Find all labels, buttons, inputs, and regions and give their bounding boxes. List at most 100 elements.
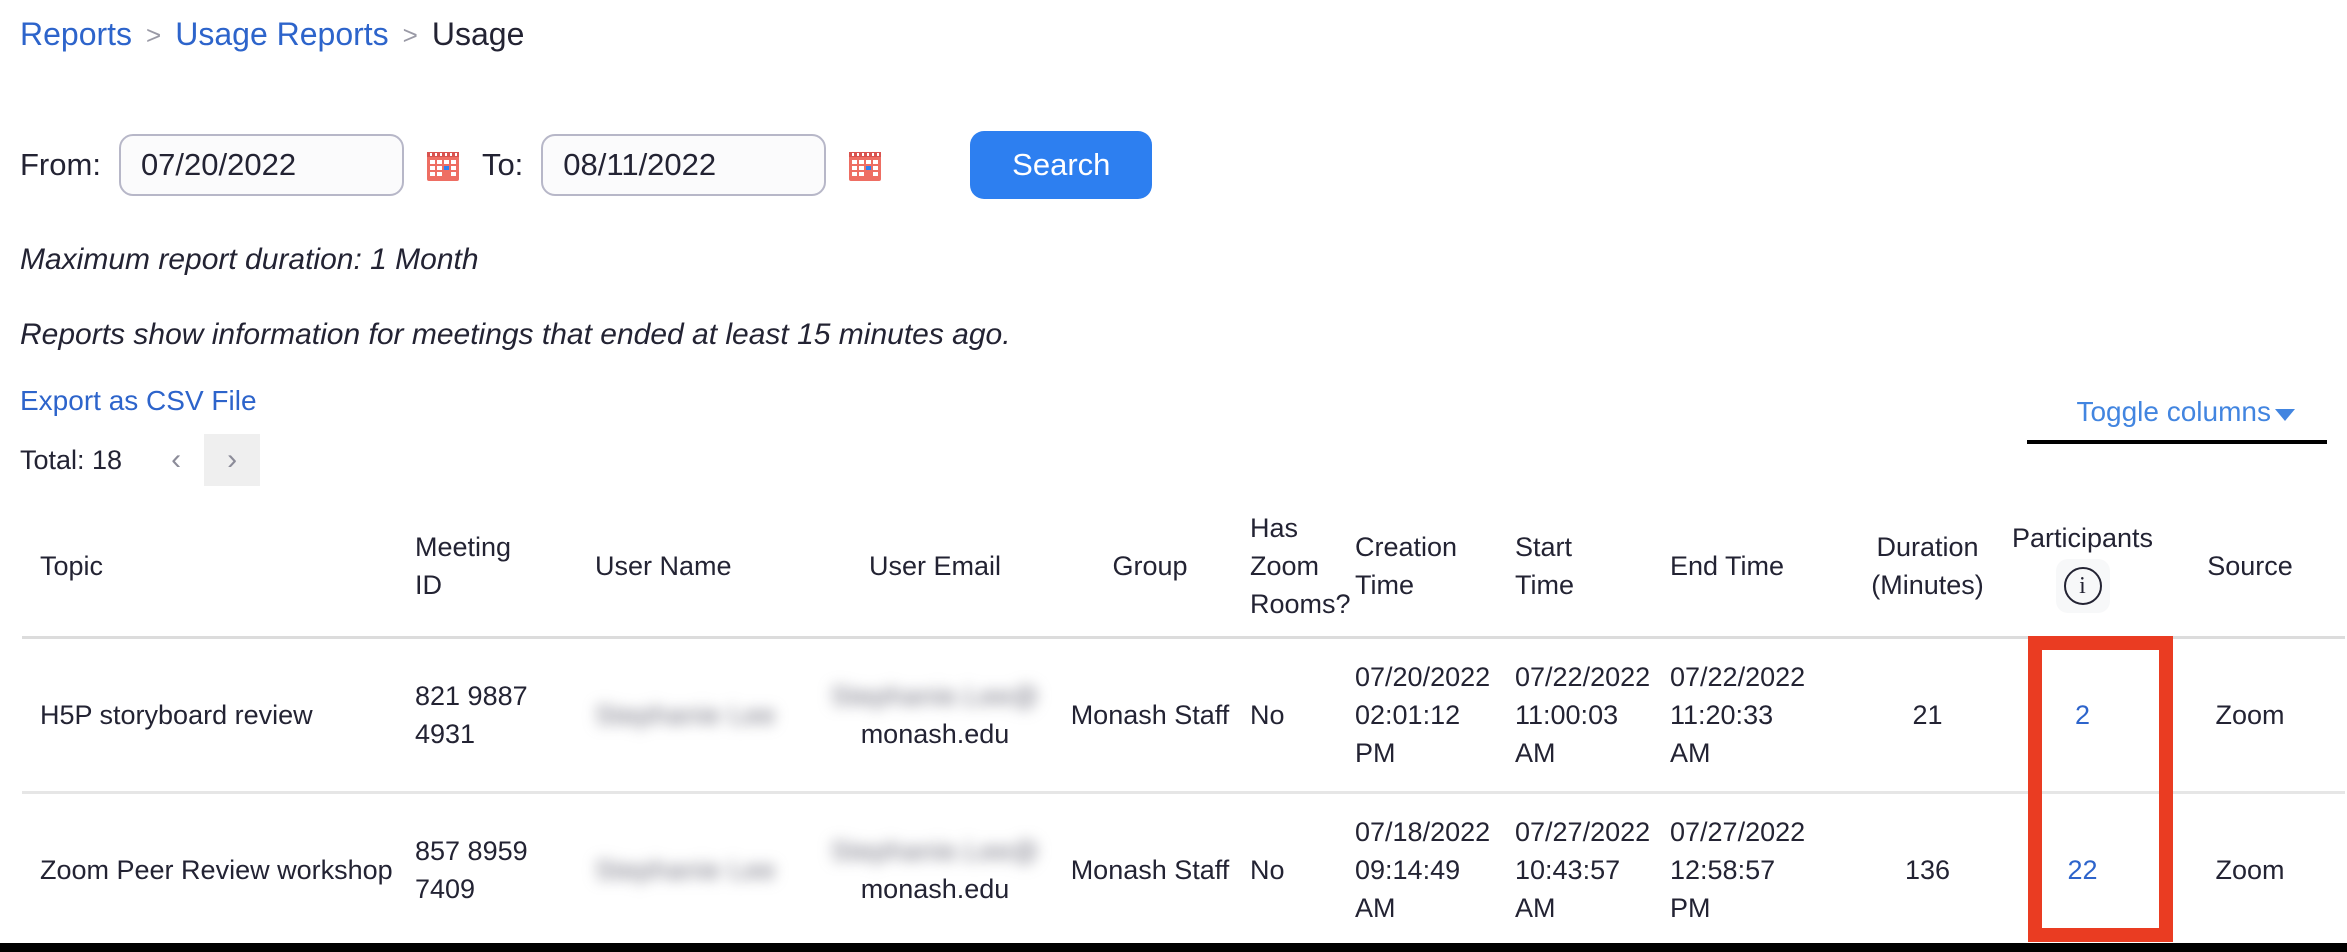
- table-body: H5P storyboard review 821 9887 4931 Step…: [22, 638, 2345, 948]
- report-delay-note: Reports show information for meetings th…: [20, 318, 1011, 352]
- to-label: To:: [482, 147, 523, 183]
- cell-creation-time: 07/18/2022 09:14:49 AM: [1355, 793, 1515, 948]
- breadcrumb-item-usage-reports[interactable]: Usage Reports: [175, 14, 388, 54]
- column-header-meeting-id-line1: Meeting: [415, 528, 595, 566]
- cell-start-date: 07/27/2022: [1515, 813, 1670, 851]
- table-row[interactable]: H5P storyboard review 821 9887 4931 Step…: [22, 638, 2345, 793]
- cell-end-ampm: PM: [1670, 889, 1845, 927]
- cell-end-date: 07/27/2022: [1670, 813, 1845, 851]
- cell-creation-ampm: AM: [1355, 889, 1515, 927]
- cell-meeting-id-line2: 4931: [415, 715, 595, 753]
- cell-group: Monash Staff: [1050, 793, 1250, 948]
- redacted-user-name: Stephanie Lee: [595, 698, 776, 732]
- cell-user-name: Stephanie Lee: [595, 638, 820, 793]
- table-header-row: Topic Meeting ID User Name User Email Gr…: [22, 497, 2345, 638]
- cell-start-ampm: AM: [1515, 734, 1670, 772]
- from-date-input[interactable]: [119, 134, 404, 196]
- column-header-topic[interactable]: Topic: [22, 497, 415, 638]
- cell-topic: H5P storyboard review: [22, 638, 415, 793]
- column-header-start-time[interactable]: Start Time: [1515, 497, 1670, 638]
- breadcrumb-item-reports[interactable]: Reports: [20, 14, 132, 54]
- cell-creation-date: 07/20/2022: [1355, 658, 1515, 696]
- cell-participants: 2: [2010, 638, 2155, 793]
- cell-has-zoom-rooms: No: [1250, 793, 1355, 948]
- cell-start-ampm: AM: [1515, 889, 1670, 927]
- column-header-meeting-id[interactable]: Meeting ID: [415, 497, 595, 638]
- info-icon[interactable]: i: [2056, 559, 2110, 613]
- column-header-start-line1: Start: [1515, 528, 1670, 566]
- chevron-down-icon: [2275, 409, 2295, 421]
- usage-report-page: Reports > Usage Reports > Usage From:: [0, 0, 2347, 952]
- breadcrumb-separator-icon: >: [403, 15, 418, 55]
- cell-creation-time: 07/20/2022 02:01:12 PM: [1355, 638, 1515, 793]
- column-header-meeting-id-line2: ID: [415, 566, 595, 604]
- pagination: ‹ ›: [148, 434, 260, 486]
- table-header: Topic Meeting ID User Name User Email Gr…: [22, 497, 2345, 638]
- info-icon-glyph: i: [2064, 567, 2102, 605]
- cell-source: Zoom: [2155, 793, 2345, 948]
- column-header-user-name[interactable]: User Name: [595, 497, 820, 638]
- cell-duration: 21: [1845, 638, 2010, 793]
- redacted-user-email: Stephanie.Lee@: [831, 834, 1040, 868]
- export-csv-link[interactable]: Export as CSV File: [20, 385, 257, 417]
- toggle-columns-label: Toggle columns: [2076, 396, 2271, 428]
- cell-duration: 136: [1845, 793, 2010, 948]
- column-rule-divider: [2027, 440, 2327, 444]
- column-header-hzr-line2: Zoom: [1250, 547, 1355, 585]
- column-header-creation-time[interactable]: Creation Time: [1355, 497, 1515, 638]
- column-header-creation-line2: Time: [1355, 566, 1515, 604]
- participants-count-link[interactable]: 2: [2075, 700, 2090, 730]
- to-date-input[interactable]: [541, 134, 826, 196]
- calendar-icon[interactable]: [426, 148, 460, 182]
- cell-creation-clock: 02:01:12: [1355, 696, 1515, 734]
- next-page-button[interactable]: ›: [204, 434, 260, 486]
- column-header-duration[interactable]: Duration (Minutes): [1845, 497, 2010, 638]
- column-header-duration-line1: Duration: [1845, 528, 2010, 566]
- redacted-user-email: Stephanie.Lee@: [831, 679, 1040, 713]
- max-duration-note: Maximum report duration: 1 Month: [20, 243, 479, 277]
- breadcrumb: Reports > Usage Reports > Usage: [20, 14, 524, 54]
- cell-creation-clock: 09:14:49: [1355, 851, 1515, 889]
- cell-participants: 22: [2010, 793, 2155, 948]
- search-button[interactable]: Search: [970, 131, 1152, 199]
- column-header-participants[interactable]: Participants i: [2010, 497, 2155, 638]
- prev-page-button[interactable]: ‹: [148, 434, 204, 486]
- column-header-participants-label: Participants: [2012, 519, 2153, 557]
- cell-start-date: 07/22/2022: [1515, 658, 1670, 696]
- breadcrumb-separator-icon: >: [146, 15, 161, 55]
- total-and-pagination: Total: 18 ‹ ›: [20, 434, 260, 486]
- cell-start-time: 07/22/2022 11:00:03 AM: [1515, 638, 1670, 793]
- column-header-has-zoom-rooms[interactable]: Has Zoom Rooms?: [1250, 497, 1355, 638]
- cell-start-time: 07/27/2022 10:43:57 AM: [1515, 793, 1670, 948]
- cell-end-clock: 12:58:57: [1670, 851, 1845, 889]
- calendar-icon[interactable]: [848, 148, 882, 182]
- from-label: From:: [20, 147, 101, 183]
- column-header-creation-line1: Creation: [1355, 528, 1515, 566]
- cell-end-date: 07/22/2022: [1670, 658, 1845, 696]
- column-header-user-email[interactable]: User Email: [820, 497, 1050, 638]
- bottom-edge-bar: [0, 943, 2347, 952]
- column-header-group[interactable]: Group: [1050, 497, 1250, 638]
- cell-group: Monash Staff: [1050, 638, 1250, 793]
- table-row[interactable]: Zoom Peer Review workshop 857 8959 7409 …: [22, 793, 2345, 948]
- column-header-source[interactable]: Source: [2155, 497, 2345, 638]
- cell-end-clock: 11:20:33: [1670, 696, 1845, 734]
- total-count-label: Total: 18: [20, 445, 122, 476]
- cell-creation-ampm: PM: [1355, 734, 1515, 772]
- cell-meeting-id-line1: 821 9887: [415, 677, 595, 715]
- usage-report-table: Topic Meeting ID User Name User Email Gr…: [22, 497, 2345, 949]
- breadcrumb-item-usage: Usage: [432, 14, 525, 54]
- column-header-hzr-line1: Has: [1250, 509, 1355, 547]
- cell-end-ampm: AM: [1670, 734, 1845, 772]
- cell-meeting-id-line2: 7409: [415, 870, 595, 908]
- column-header-hzr-line3: Rooms?: [1250, 585, 1355, 623]
- column-header-end-time[interactable]: End Time: [1670, 497, 1845, 638]
- toggle-columns-link[interactable]: Toggle columns: [2076, 396, 2295, 428]
- cell-meeting-id: 857 8959 7409: [415, 793, 595, 948]
- cell-user-email-domain: monash.edu: [820, 870, 1050, 908]
- cell-source: Zoom: [2155, 638, 2345, 793]
- participants-count-link[interactable]: 22: [2067, 855, 2097, 885]
- cell-end-time: 07/22/2022 11:20:33 AM: [1670, 638, 1845, 793]
- cell-user-email-domain: monash.edu: [820, 715, 1050, 753]
- cell-user-email: Stephanie.Lee@ monash.edu: [820, 793, 1050, 948]
